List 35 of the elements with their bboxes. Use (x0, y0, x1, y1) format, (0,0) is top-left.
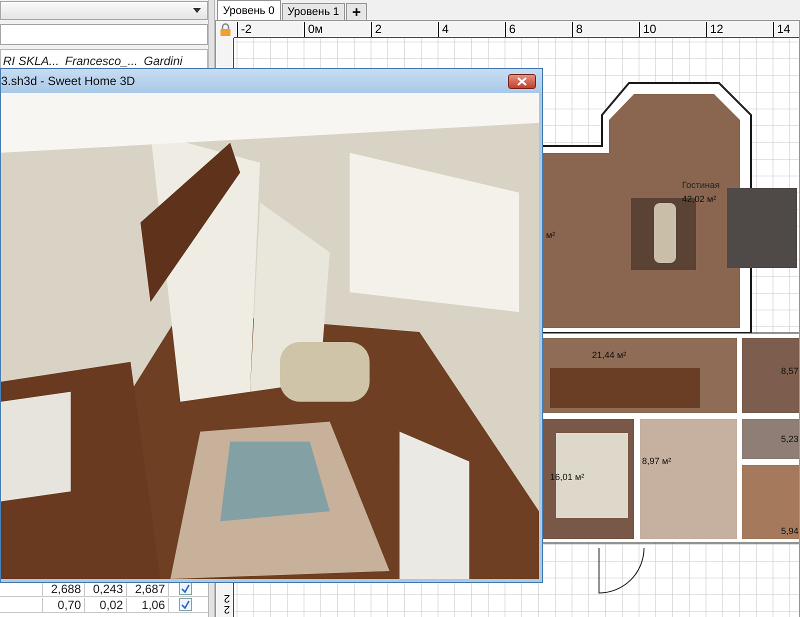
column-header[interactable]: Francesco_... (65, 54, 144, 68)
add-level-tab[interactable]: + (346, 3, 367, 20)
ruler-label: 22 (222, 592, 230, 614)
ruler-label: 4 (438, 22, 449, 37)
room-area: 8,97 м² (642, 456, 672, 466)
ruler-label: 2 (371, 22, 382, 37)
room-area: 8,57 (781, 366, 799, 376)
table-cell: 0,02 (85, 598, 127, 612)
column-header[interactable]: RI SKLA... (3, 54, 66, 68)
checkbox[interactable] (179, 582, 192, 595)
ruler-label: -2 (237, 22, 252, 37)
ruler-label: 8 (572, 22, 583, 37)
table-cell: 0,70 (42, 598, 85, 612)
window-title: 3.sh3d - Sweet Home 3D (1, 74, 136, 88)
close-button[interactable] (508, 74, 536, 88)
room-area: 21,44 м² (592, 350, 626, 360)
ruler-label: 10 (639, 22, 656, 37)
search-field[interactable] (0, 24, 208, 45)
ruler-label: 6 (505, 22, 516, 37)
room-area: 5,94 (781, 526, 799, 536)
ruler-label: 12 (706, 22, 724, 37)
room-area: м² (546, 230, 556, 240)
level-tab[interactable]: Уровень 0 (217, 0, 281, 20)
room-area: 42,02 м² (682, 194, 716, 204)
room-name: Гостиная (682, 180, 720, 190)
caret-icon (193, 8, 201, 13)
room-area: 5,23 (781, 434, 799, 444)
ruler-label: 0м (304, 22, 323, 37)
lock-icon[interactable] (220, 23, 230, 36)
column-header[interactable]: Gardini (144, 54, 188, 68)
table-cell: 1,06 (127, 598, 169, 612)
level-tab[interactable]: Уровень 1 (282, 3, 346, 20)
checkbox[interactable] (179, 598, 192, 611)
close-icon (517, 76, 527, 86)
ruler-label: 14 (773, 22, 790, 37)
